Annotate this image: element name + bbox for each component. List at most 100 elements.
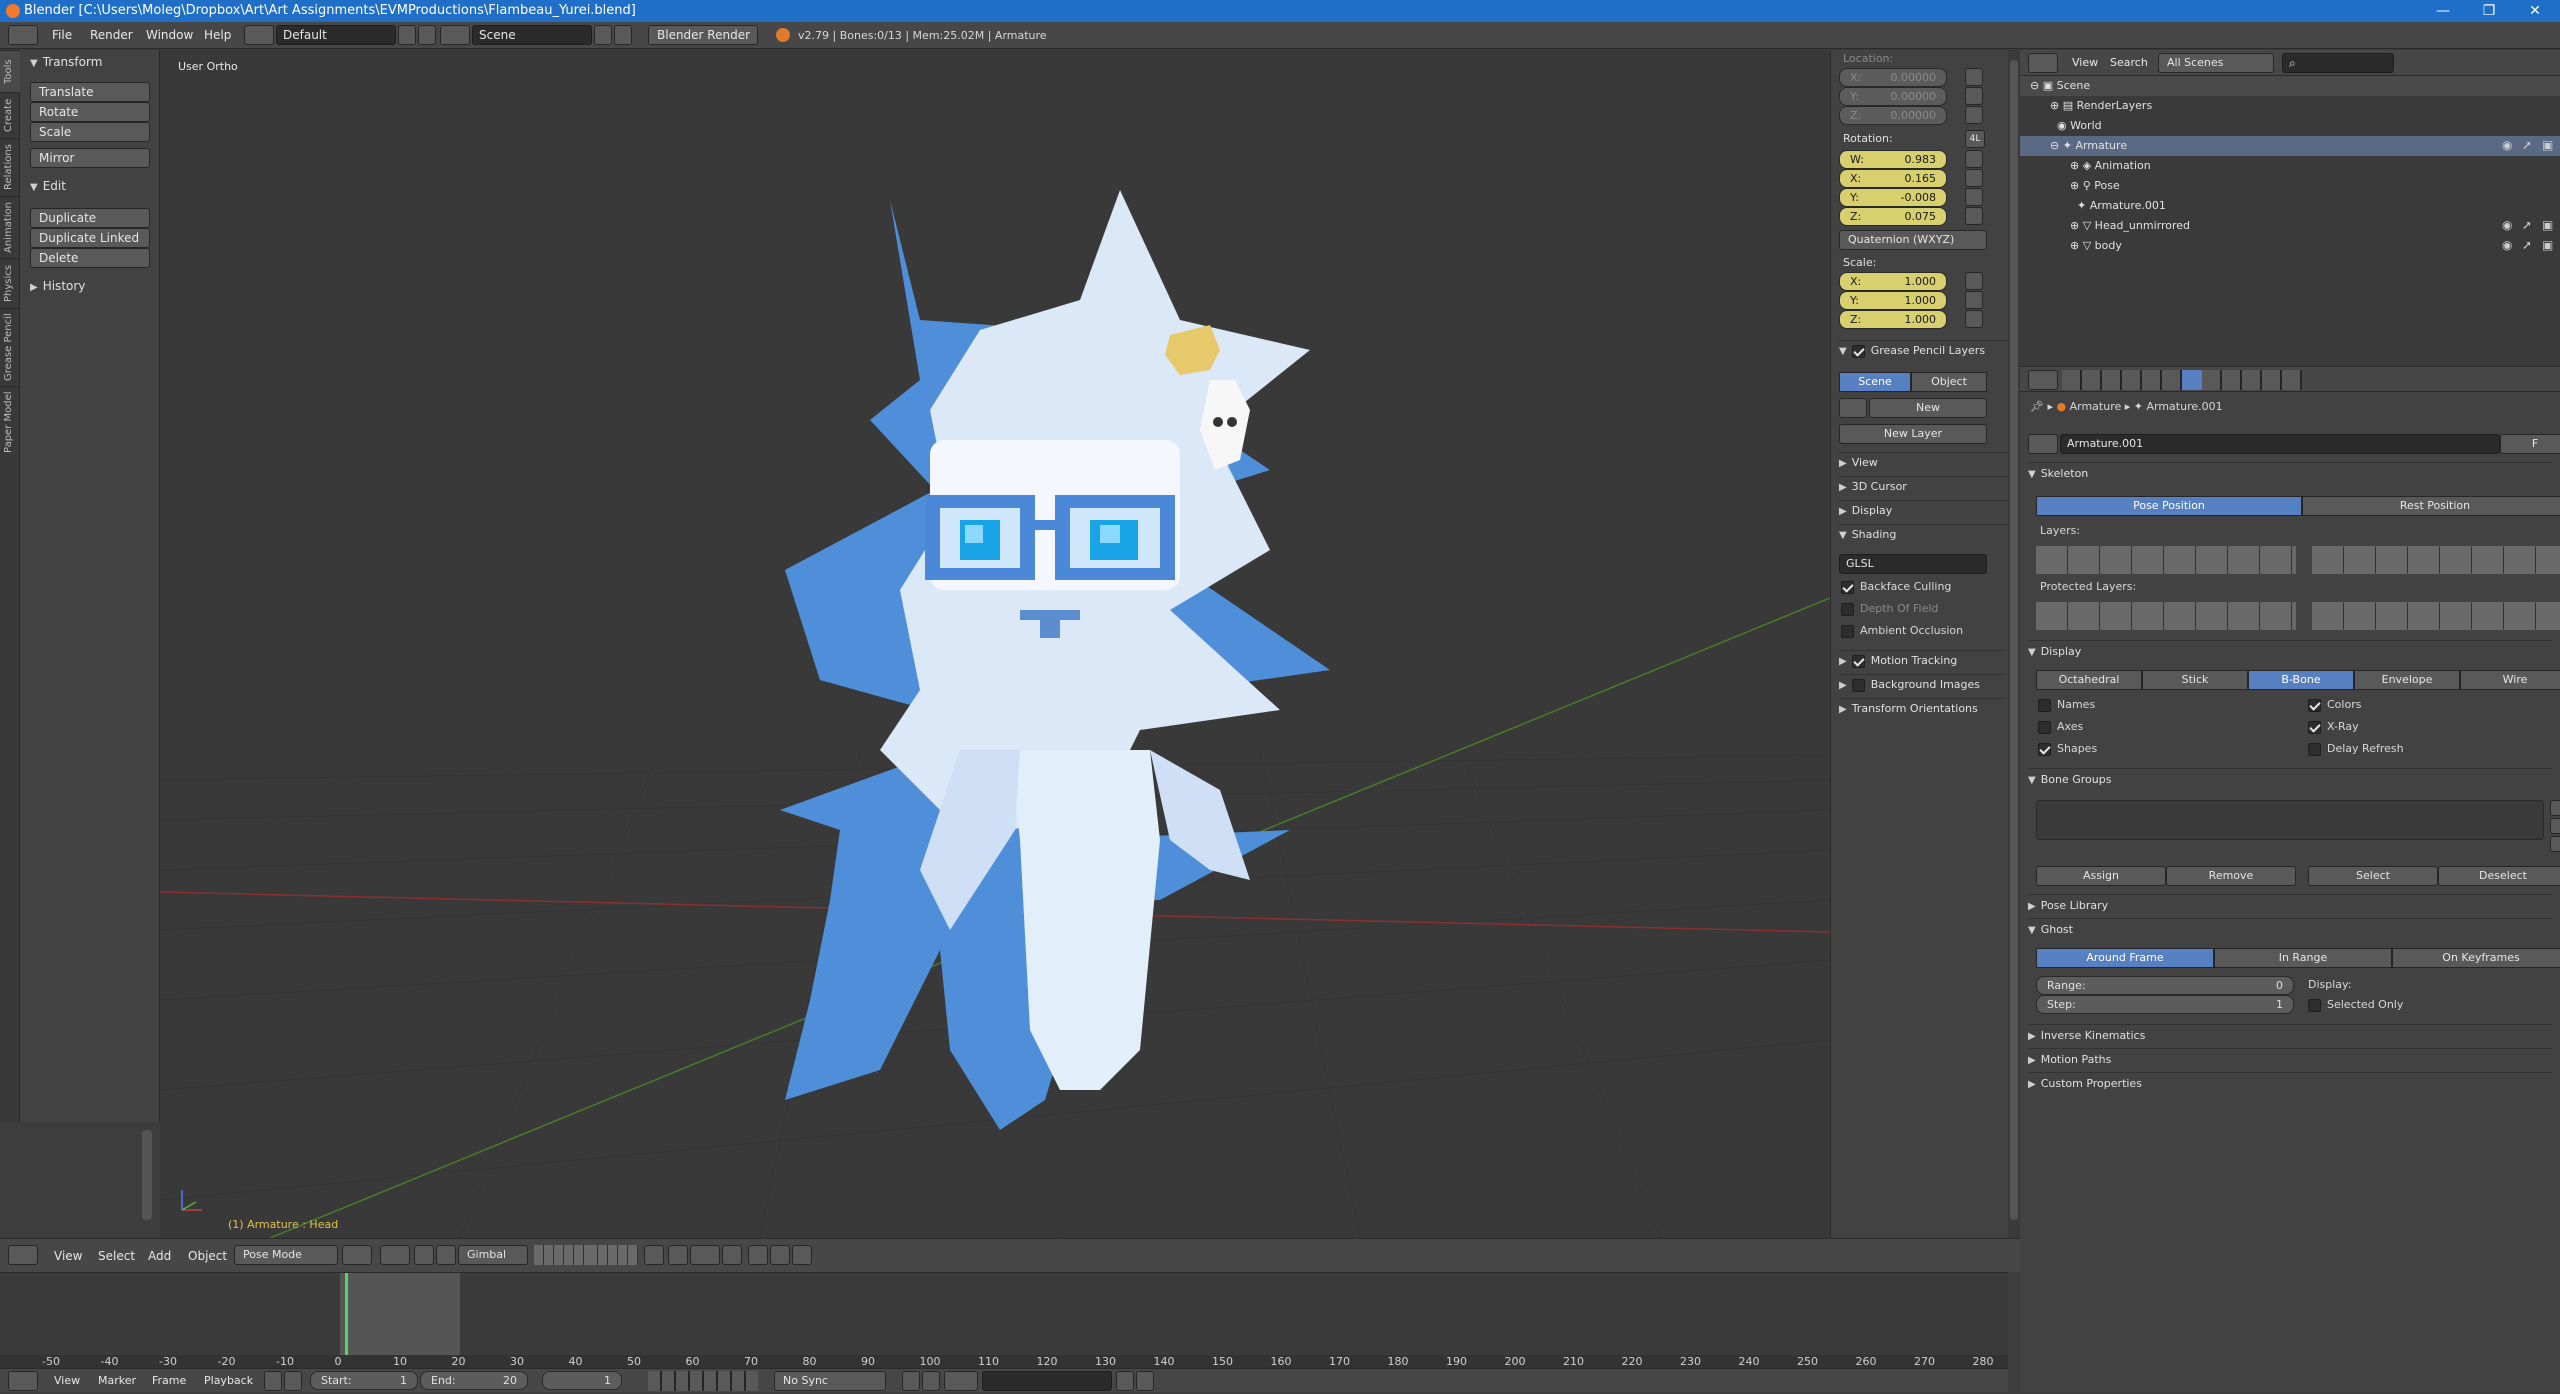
- timeline-menu-frame[interactable]: Frame: [152, 1367, 186, 1394]
- tab-grease-pencil[interactable]: Grease Pencil: [0, 308, 20, 386]
- scale-button[interactable]: Scale: [30, 122, 150, 142]
- custom-properties-panel-header[interactable]: ▶ Custom Properties: [2028, 1072, 2552, 1094]
- xray-option[interactable]: X-Ray: [2308, 720, 2359, 734]
- selected-only-option[interactable]: Selected Only: [2308, 998, 2403, 1012]
- eye-icon[interactable]: ◉: [2502, 238, 2516, 252]
- timeline-editor[interactable]: -50 -40 -30 -20 -10 0 10 20 30 40 50 60 70 80 90 100 110…: [0, 1272, 2008, 1369]
- keying-set-icon[interactable]: [944, 1371, 978, 1391]
- display-bbone-button[interactable]: B-Bone: [2248, 670, 2354, 690]
- lock-icon[interactable]: [1965, 150, 1983, 168]
- mirror-button[interactable]: Mirror: [30, 148, 150, 168]
- add-layout-icon[interactable]: [398, 25, 416, 45]
- tab-paper-model[interactable]: Paper Model: [0, 386, 20, 458]
- camera-icon[interactable]: ▣: [2542, 238, 2556, 252]
- add-group-icon[interactable]: [2550, 800, 2560, 816]
- display-stick-button[interactable]: Stick: [2142, 670, 2248, 690]
- shading-mode-select[interactable]: GLSL: [1839, 554, 1987, 574]
- minimize-button[interactable]: —: [2420, 0, 2466, 22]
- outliner-display-mode-select[interactable]: All Scenes: [2158, 53, 2274, 73]
- cursor-icon[interactable]: ➚: [2522, 238, 2536, 252]
- lock-icon[interactable]: [1965, 310, 1983, 328]
- timeline-menu-playback[interactable]: Playback: [204, 1367, 253, 1394]
- outliner-row-world[interactable]: ◉ World: [2020, 116, 2560, 136]
- display-envelope-button[interactable]: Envelope: [2354, 670, 2460, 690]
- translate-manipulator-icon[interactable]: [436, 1245, 456, 1265]
- record-icon[interactable]: [902, 1371, 920, 1391]
- snap-target-icon[interactable]: [722, 1245, 742, 1265]
- toolshelf-scrollbar[interactable]: [142, 1130, 152, 1220]
- display-wire-button[interactable]: Wire: [2460, 670, 2560, 690]
- character-model[interactable]: [780, 190, 1330, 1130]
- lock-icon[interactable]: [1965, 272, 1983, 290]
- ghost-around-frame-button[interactable]: Around Frame: [2036, 948, 2214, 968]
- lock-frame-icon[interactable]: [284, 1371, 302, 1391]
- mode-select[interactable]: Pose Mode: [234, 1245, 338, 1265]
- pivot-point-icon[interactable]: [380, 1245, 410, 1265]
- remove-scene-icon[interactable]: [614, 25, 632, 45]
- scale-z-field[interactable]: Z: 1.000: [1839, 310, 1947, 329]
- group-menu-icon[interactable]: [2550, 836, 2560, 852]
- rotation-mode-select[interactable]: Quaternion (WXYZ): [1839, 230, 1987, 250]
- orientation-select[interactable]: Gimbal: [458, 1245, 528, 1265]
- location-x-field[interactable]: X: 0.00000: [1839, 68, 1947, 87]
- display-octahedral-button[interactable]: Octahedral: [2036, 670, 2142, 690]
- pose-position-button[interactable]: Pose Position: [2036, 496, 2302, 516]
- menu-window[interactable]: Window: [146, 22, 193, 49]
- lock-camera-icon[interactable]: [644, 1245, 664, 1265]
- ghost-panel-header[interactable]: ▼ Ghost: [2028, 918, 2552, 940]
- delete-keyframe-icon[interactable]: [1136, 1371, 1154, 1391]
- lock-icon[interactable]: [1965, 87, 1983, 105]
- render-engine-select[interactable]: Blender Render: [648, 25, 758, 45]
- gp-object-tab[interactable]: Object: [1911, 372, 1987, 392]
- opengl-render-icon[interactable]: [792, 1245, 812, 1265]
- preview-range-icon[interactable]: [264, 1371, 282, 1391]
- camera-icon[interactable]: ▣: [2542, 218, 2556, 232]
- rotation-4l-toggle[interactable]: 4L: [1965, 130, 1985, 148]
- grease-pencil-checkbox[interactable]: [1851, 344, 1865, 358]
- 3d-cursor-panel-header[interactable]: ▶ 3D Cursor: [1839, 476, 2007, 496]
- render-animation-icon[interactable]: [770, 1245, 790, 1265]
- names-option[interactable]: Names: [2038, 698, 2095, 712]
- layout-field[interactable]: Default: [276, 25, 396, 45]
- rotation-w-field[interactable]: W: 0.983: [1839, 150, 1947, 169]
- lock-icon[interactable]: [1965, 291, 1983, 309]
- sidebar-scroll-thumb[interactable]: [2010, 60, 2018, 1220]
- protected-layers-grid[interactable]: [2312, 602, 2560, 630]
- delete-button[interactable]: Delete: [30, 248, 150, 268]
- editor-type-icon[interactable]: [8, 1245, 38, 1265]
- start-frame-field[interactable]: Start: 1: [310, 1371, 418, 1390]
- bone-layers-grid[interactable]: [2036, 546, 2296, 574]
- outliner-row-animation[interactable]: ⊕ ◈ Animation: [2020, 156, 2560, 176]
- tab-tools[interactable]: Tools: [0, 50, 20, 92]
- pin-icon[interactable]: 📌︎: [2030, 400, 2044, 413]
- bone-groups-panel-header[interactable]: ▼ Bone Groups: [2028, 768, 2552, 790]
- layer-buttons[interactable]: [588, 1245, 638, 1265]
- layout-icon[interactable]: [244, 25, 274, 45]
- viewport-menu-select[interactable]: Select: [98, 1243, 135, 1270]
- ambient-occlusion-option[interactable]: Ambient Occlusion: [1841, 624, 1963, 638]
- duplicate-button[interactable]: Duplicate: [30, 208, 150, 228]
- editor-type-icon[interactable]: [8, 25, 38, 45]
- rotate-button[interactable]: Rotate: [30, 102, 150, 122]
- fake-user-button[interactable]: F: [2500, 434, 2560, 454]
- manipulator-icon[interactable]: [414, 1245, 434, 1265]
- scene-icon[interactable]: [440, 25, 470, 45]
- outliner-row-armature[interactable]: ⊖ ✦ Armature: [2020, 136, 2560, 156]
- view-panel-header[interactable]: ▶ View: [1839, 452, 2007, 472]
- transform-panel-header[interactable]: ▼ Transform: [30, 52, 102, 72]
- motion-paths-panel-header[interactable]: ▶ Motion Paths: [2028, 1048, 2552, 1070]
- new-layer-button[interactable]: New Layer: [1839, 424, 1987, 444]
- bone-groups-list[interactable]: [2036, 800, 2544, 840]
- translate-button[interactable]: Translate: [30, 82, 150, 102]
- location-y-field[interactable]: Y: 0.00000: [1839, 87, 1947, 106]
- scale-y-field[interactable]: Y: 1.000: [1839, 291, 1947, 310]
- display-panel-header[interactable]: ▶ Display: [1839, 500, 2007, 520]
- remove-button[interactable]: Remove: [2166, 866, 2296, 886]
- motion-tracking-panel-header[interactable]: ▶ Motion Tracking: [1839, 650, 2007, 670]
- eye-icon[interactable]: ◉: [2502, 138, 2516, 152]
- pencil-icon[interactable]: [1839, 398, 1867, 418]
- shading-panel-header[interactable]: ▼ Shading: [1839, 524, 2007, 544]
- protected-layers-grid[interactable]: [2036, 602, 2296, 630]
- viewport-menu-add[interactable]: Add: [148, 1243, 171, 1270]
- tab-relations[interactable]: Relations: [0, 138, 20, 196]
